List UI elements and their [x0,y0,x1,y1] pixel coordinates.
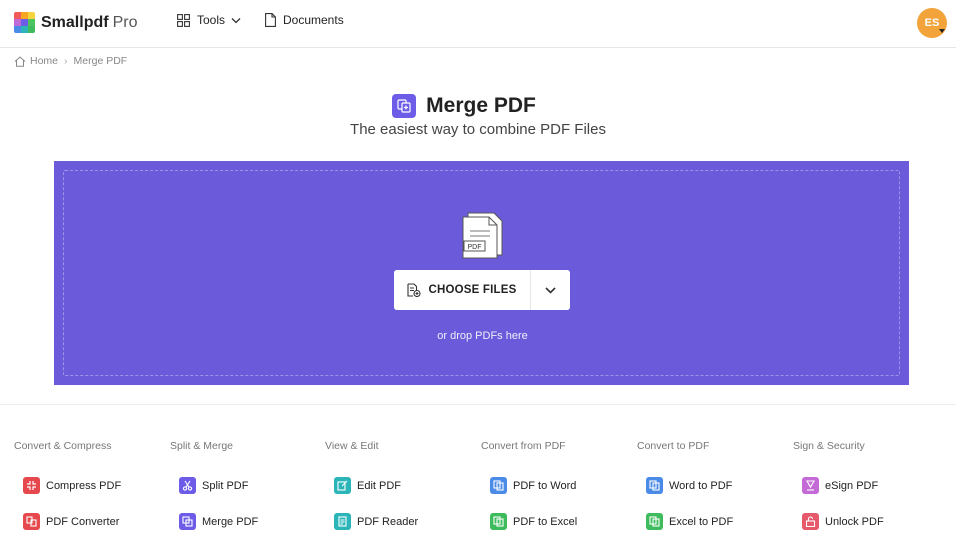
tool-split-pdf[interactable]: Split PDF [179,477,248,494]
tool-label: Word to PDF [669,479,733,492]
section-divider [0,404,956,405]
tool-pdf-to-excel[interactable]: PDF to Excel [490,513,577,530]
tool-column-view-edit: View & Edit Edit PDF PDF Reader [325,440,475,530]
unlock-icon [802,513,819,530]
tool-label: eSign PDF [825,479,879,492]
avatar-initials: ES [924,17,940,29]
tool-label: Excel to PDF [669,515,734,528]
tool-word-to-pdf[interactable]: Word to PDF [646,477,732,494]
tool-label: Split PDF [202,479,249,492]
choose-files-button[interactable]: CHOOSE FILES [394,270,530,310]
column-heading: Convert to PDF [637,440,710,452]
column-heading: Sign & Security [793,440,865,452]
breadcrumb-home-label: Home [30,55,59,67]
tool-label: Compress PDF [46,479,122,492]
edit-icon [334,477,351,494]
tool-label: PDF Converter [46,515,120,528]
tool-edit-pdf[interactable]: Edit PDF [334,477,401,494]
logo[interactable]: Smallpdf Pro [14,12,137,33]
tool-merge-pdf[interactable]: Merge PDF [179,513,258,530]
dropzone-border: PDF CHOOSE FILES or drop PDFs here [63,170,900,376]
tool-label: PDF to Word [513,479,577,492]
tool-pdf-to-word[interactable]: PDF to Word [490,477,576,494]
smallpdf-logo-icon [14,12,35,33]
tool-column-convert-to-pdf: Convert to PDF Word to PDF Excel to PDF [637,440,787,530]
tool-label: Unlock PDF [825,515,884,528]
merge-icon [179,513,196,530]
choose-files-group: CHOOSE FILES [394,270,570,310]
file-dropzone[interactable]: PDF CHOOSE FILES or drop PDFs here [54,161,909,385]
column-heading: Split & Merge [170,440,234,452]
tool-column-convert-compress: Convert & Compress Compress PDF PDF Conv… [14,440,164,530]
reader-icon [334,513,351,530]
choose-files-label: CHOOSE FILES [428,284,517,296]
avatar-caret-icon[interactable] [939,29,945,33]
excel-icon [646,513,663,530]
tool-label: PDF Reader [357,515,419,528]
page-subtitle: The easiest way to combine PDF Files [350,121,606,138]
top-header: Smallpdf Pro Tools Documents ES [0,0,956,48]
merge-tool-icon [392,94,417,118]
title-row: Merge PDF [0,94,956,118]
tool-label: Edit PDF [357,479,402,492]
breadcrumb-current: Merge PDF [73,55,128,67]
compress-icon [23,477,40,494]
column-heading: View & Edit [325,440,379,452]
converter-icon [23,513,40,530]
word-icon [646,477,663,494]
user-avatar[interactable]: ES [917,8,947,38]
tool-pdf-reader[interactable]: PDF Reader [334,513,418,530]
logo-plan: Pro [112,13,138,31]
tool-label: Merge PDF [202,515,259,528]
column-heading: Convert & Compress [14,440,112,452]
add-file-icon [407,283,422,297]
chevron-down-icon [231,17,241,23]
page-title: Merge PDF [426,94,536,117]
tool-esign-pdf[interactable]: eSign PDF [802,477,878,494]
chevron-down-icon [545,286,556,294]
tool-pdf-converter[interactable]: PDF Converter [23,513,119,530]
pdf-files-illustration: PDF [462,212,503,259]
excel-icon [490,513,507,530]
home-icon [14,55,26,67]
esign-icon [802,477,819,494]
tool-compress-pdf[interactable]: Compress PDF [23,477,121,494]
nav-tools-label: Tools [197,13,226,27]
column-heading: Convert from PDF [481,440,566,452]
logo-name: Smallpdf [41,13,109,31]
nav-tools[interactable]: Tools [177,13,241,27]
illustration-label: PDF [468,244,482,251]
tool-column-convert-from-pdf: Convert from PDF PDF to Word PDF to Exce… [481,440,631,530]
drop-hint: or drop PDFs here [437,330,528,342]
word-icon [490,477,507,494]
tool-column-split-merge: Split & Merge Split PDF Merge PDF [170,440,320,530]
nav-documents[interactable]: Documents [265,13,344,27]
tool-unlock-pdf[interactable]: Unlock PDF [802,513,884,530]
document-icon [265,13,276,27]
nav-documents-label: Documents [283,13,344,27]
breadcrumb-home[interactable]: Home [14,55,58,67]
tool-label: PDF to Excel [513,515,578,528]
tool-column-sign-security: Sign & Security eSign PDF Unlock PDF [793,440,943,530]
tool-excel-to-pdf[interactable]: Excel to PDF [646,513,733,530]
breadcrumb-separator: › [64,55,68,67]
grid-icon [177,13,190,27]
scissors-icon [179,477,196,494]
breadcrumb: Home › Merge PDF [14,55,127,67]
choose-files-dropdown[interactable] [530,270,570,310]
